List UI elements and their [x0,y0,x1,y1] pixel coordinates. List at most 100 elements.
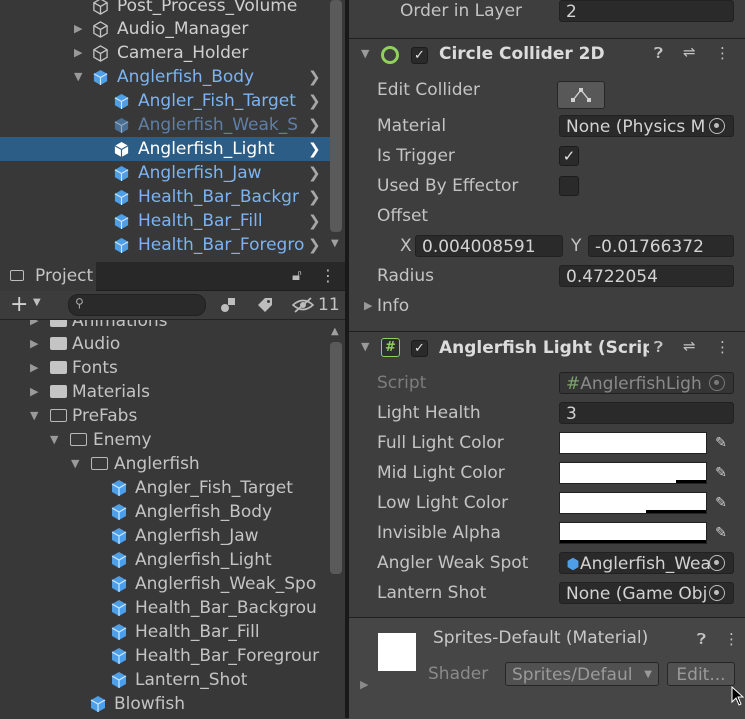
edit-shader-button[interactable]: Edit... [667,662,735,686]
chevron-right-icon[interactable]: ❯ [308,233,321,257]
scroll-down-arrow-icon[interactable]: ▼ [331,238,339,249]
radius-field[interactable]: 0.4722054 [559,265,734,287]
project-item[interactable]: Anglerfish_Weak_Spo [0,572,330,596]
preset-icon[interactable]: ⇌ [683,337,696,355]
project-item[interactable]: ▶ Audio [0,332,330,356]
expand-arrow-icon[interactable]: ▶ [360,678,368,691]
project-item[interactable]: Anglerfish_Light [0,548,330,572]
dropdown-arrow-icon[interactable]: ▼ [33,297,41,308]
angler-weak-spot-field[interactable]: Anglerfish_Wea [559,552,734,574]
eyedropper-icon[interactable]: ✎ [708,432,734,454]
chevron-right-icon[interactable]: ❯ [308,137,321,161]
offset-x-field[interactable]: 0.004008591 [415,235,563,257]
expand-arrow-icon[interactable]: ▶ [30,356,38,380]
hierarchy-item[interactable]: ▼ Anglerfish_Body ❯ [0,65,330,89]
mid-light-color-field[interactable] [559,462,707,484]
search-input[interactable]: ⚲ [68,294,206,316]
project-item[interactable]: Health_Bar_Foregrour [0,644,330,668]
collapse-arrow-icon[interactable]: ▼ [50,428,58,452]
project-item[interactable]: Blowfish [0,692,330,716]
expand-arrow-icon[interactable]: ▶ [364,299,372,312]
script-component-header[interactable]: ▼ # ✓ Anglerfish Light (Scrip ❓︎ ⇌ ⋮ [349,331,745,364]
hierarchy-item-selected[interactable]: Anglerfish_Light ❯ [0,137,330,161]
more-options-icon[interactable]: ⋮ [715,338,730,356]
project-item[interactable]: Health_Bar_Backgrou [0,596,330,620]
expand-arrow-icon[interactable]: ▶ [30,380,38,404]
hierarchy-item[interactable]: Health_Bar_Fill ❯ [0,209,330,233]
help-icon[interactable]: ❓︎ [654,338,663,356]
chevron-right-icon[interactable]: ❯ [308,113,321,137]
eyedropper-icon[interactable]: ✎ [708,492,734,514]
project-item[interactable]: Angler_Fish_Target [0,476,330,500]
collapse-arrow-icon[interactable]: ▼ [361,340,369,353]
eyedropper-icon[interactable]: ✎ [708,522,734,544]
help-icon[interactable]: ❓︎ [697,630,706,648]
more-options-icon[interactable]: ⋮ [724,630,739,648]
more-options-icon[interactable]: ⋮ [320,266,336,285]
hierarchy-item[interactable]: Health_Bar_Backgr ❯ [0,185,330,209]
preset-icon[interactable]: ⇌ [683,43,696,61]
help-icon[interactable]: ❓︎ [654,44,663,62]
component-enabled-checkbox[interactable]: ✓ [411,340,428,357]
info-foldout[interactable]: Info [377,291,409,321]
more-options-icon[interactable]: ⋮ [715,44,730,62]
object-picker-icon[interactable] [709,118,725,134]
tab-project[interactable]: Project [0,262,96,291]
chevron-right-icon[interactable]: ❯ [308,65,321,89]
project-item[interactable]: ▶ Materials [0,380,330,404]
project-item[interactable]: ▼ Anglerfish [0,452,330,476]
project-scrollbar[interactable] [330,342,342,574]
collapse-arrow-icon[interactable]: ▼ [30,404,38,428]
hierarchy-scrollbar[interactable] [330,0,342,232]
collapse-arrow-icon[interactable]: ▼ [71,452,79,476]
hidden-eye-icon[interactable] [292,296,314,314]
chevron-right-icon[interactable]: ❯ [308,209,321,233]
offset-y-field[interactable]: -0.01766372 [588,235,734,257]
expand-arrow-icon[interactable]: ▶ [74,17,82,41]
object-picker-icon[interactable] [709,555,725,571]
component-enabled-checkbox[interactable]: ✓ [411,47,428,64]
project-item[interactable]: ▶ Fonts [0,356,330,380]
hierarchy-item[interactable]: Angler_Fish_Target ❯ [0,89,330,113]
project-item-label: Anglerfish_Weak_Spo [135,574,317,594]
project-item[interactable]: Anglerfish_Jaw [0,524,330,548]
collapse-arrow-icon[interactable]: ▼ [361,47,369,60]
used-by-effector-checkbox[interactable] [559,176,579,196]
project-item[interactable]: Lantern_Shot [0,668,330,692]
object-picker-icon[interactable] [709,585,725,601]
hierarchy-item[interactable]: ▶ Audio_Manager [0,17,330,41]
edit-collider-button[interactable] [557,81,605,109]
invisible-alpha-color-field[interactable] [559,522,707,544]
hierarchy-item[interactable]: Health_Bar_Foregro ❯ [0,233,330,257]
lock-icon[interactable]: 🔓︎ [292,266,302,284]
full-light-color-field[interactable] [559,432,707,454]
project-item[interactable]: Health_Bar_Fill [0,620,330,644]
is-trigger-checkbox[interactable]: ✓ [559,146,579,166]
project-item[interactable]: Anglerfish_Body [0,500,330,524]
chevron-right-icon[interactable]: ❯ [308,161,321,185]
shader-dropdown[interactable]: Sprites/Defaul ▼ [505,662,659,686]
project-item[interactable]: ▼ Enemy [0,428,330,452]
filter-by-label-icon[interactable] [256,296,274,314]
expand-arrow-icon[interactable]: ▶ [30,332,38,356]
light-health-field[interactable]: 3 [559,402,734,424]
filter-by-type-icon[interactable] [219,296,237,314]
eyedropper-icon[interactable]: ✎ [708,462,734,484]
expand-arrow-icon[interactable]: ▶ [74,41,82,65]
low-light-color-field[interactable] [559,492,707,514]
project-item[interactable]: ▼ PreFabs [0,404,330,428]
hierarchy-item[interactable]: Post_Process_Volume [0,0,330,18]
hierarchy-item[interactable]: Anglerfish_Weak_S ❯ [0,113,330,137]
hierarchy-item[interactable]: Anglerfish_Jaw ❯ [0,161,330,185]
material-field[interactable]: None (Physics M [559,115,734,137]
circle-collider-header[interactable]: ▼ ✓ Circle Collider 2D ❓︎ ⇌ ⋮ [349,38,745,71]
scroll-up-arrow-icon[interactable]: ▲ [331,326,339,337]
chevron-right-icon[interactable]: ❯ [308,185,321,209]
prefab-icon [114,213,129,230]
collapse-arrow-icon[interactable]: ▼ [74,65,82,89]
lantern-shot-field[interactable]: None (Game Obj [559,582,734,604]
order-in-layer-field[interactable]: 2 [559,0,734,22]
hierarchy-item[interactable]: ▶ Camera_Holder [0,41,330,65]
chevron-right-icon[interactable]: ❯ [308,89,321,113]
add-icon[interactable]: + [10,291,28,319]
